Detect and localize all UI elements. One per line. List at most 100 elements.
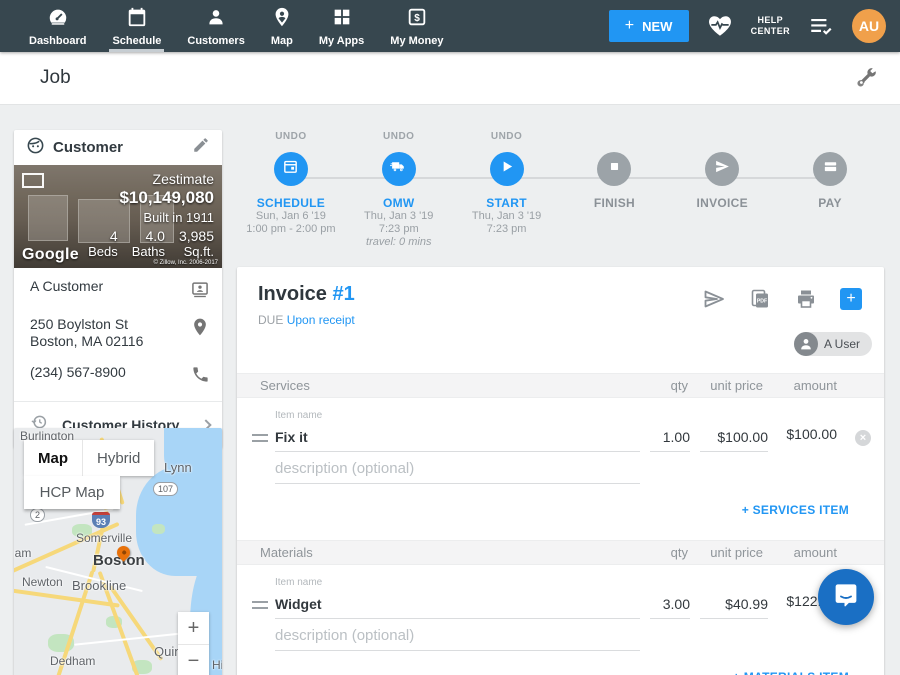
undo-button[interactable]: UNDO	[491, 131, 522, 143]
description-input[interactable]: description (optional)	[275, 627, 640, 651]
map-label-hingham: Hi	[212, 658, 222, 672]
nav-item-dashboard[interactable]: Dashboard	[16, 0, 99, 52]
drag-handle[interactable]	[252, 601, 268, 613]
send-plane-icon	[714, 158, 731, 180]
timeline-step-omw: UNDO OMW Thu, Jan 3 '19 7:23 pm travel: …	[345, 118, 453, 265]
add-materials-item-link[interactable]: + MATERIALS ITEM	[733, 670, 849, 675]
sqft-label: Sq.ft.	[179, 244, 214, 259]
app-window: Dashboard Schedule Customers Map My Apps…	[0, 0, 900, 675]
services-section: Services qty unit price amount Item name…	[237, 373, 884, 534]
task-list-icon[interactable]	[808, 13, 834, 39]
remove-item-button[interactable]: ×	[855, 430, 871, 446]
send-invoice-icon[interactable]	[702, 287, 726, 311]
qty-input[interactable]: 3.00	[650, 596, 690, 619]
help-center-button[interactable]: HELP CENTER	[751, 15, 790, 37]
amount-column-header: amount	[763, 545, 837, 560]
schedule-step-button[interactable]	[274, 152, 308, 186]
nav-item-schedule[interactable]: Schedule	[99, 0, 174, 52]
svg-text:PDF: PDF	[757, 299, 767, 305]
nav-item-label: My Money	[390, 35, 443, 47]
step-time: 7:23 pm	[379, 223, 419, 236]
services-header-row: Services qty unit price amount	[237, 373, 884, 398]
apps-grid-icon	[331, 6, 353, 35]
nav-item-customers[interactable]: Customers	[174, 0, 257, 52]
nav-items: Dashboard Schedule Customers Map My Apps…	[0, 0, 456, 52]
zoom-out-button[interactable]: −	[178, 645, 209, 675]
nav-right-group: + NEW HELP CENTER AU	[609, 0, 900, 52]
contact-card-icon[interactable]	[190, 278, 210, 304]
dollar-icon: $	[406, 6, 428, 35]
customer-address-row: 250 Boylston St Boston, MA 02116	[14, 310, 222, 356]
assigned-user-chip[interactable]: A User	[794, 332, 872, 356]
map-zoom-control: + −	[178, 612, 209, 675]
map-label-newton: Newton	[22, 575, 63, 589]
due-terms-link[interactable]: Upon receipt	[287, 313, 355, 327]
nav-item-map[interactable]: Map	[258, 0, 306, 52]
chat-launcher-button[interactable]	[818, 569, 874, 625]
user-avatar[interactable]: AU	[852, 9, 886, 43]
print-icon[interactable]	[794, 287, 818, 311]
nav-item-my-apps[interactable]: My Apps	[306, 0, 377, 52]
map-type-hybrid-button[interactable]: Hybrid	[83, 440, 154, 476]
user-avatar-icon	[794, 332, 818, 356]
invoice-title-text: Invoice	[258, 283, 327, 305]
customer-face-icon	[26, 136, 45, 160]
step-date: Thu, Jan 3 '19	[472, 210, 541, 223]
nav-item-label: Customers	[187, 35, 244, 47]
qty-input[interactable]: 1.00	[650, 429, 690, 452]
omw-step-button[interactable]	[382, 152, 416, 186]
customer-card-header: Customer	[14, 130, 222, 165]
property-photo[interactable]: Zestimate $10,149,080 Built in 1911 4Bed…	[14, 165, 222, 268]
start-step-button[interactable]	[490, 152, 524, 186]
invoice-step-button[interactable]	[705, 152, 739, 186]
undo-button[interactable]: UNDO	[383, 131, 414, 143]
materials-header-row: Materials qty unit price amount	[237, 540, 884, 565]
pay-step-button[interactable]	[813, 152, 847, 186]
beds-value: 4	[88, 228, 118, 244]
gauge-icon	[47, 6, 69, 35]
step-date: Thu, Jan 3 '19	[364, 210, 433, 223]
location-pin-icon[interactable]	[190, 316, 210, 342]
zoom-in-button[interactable]: +	[178, 612, 209, 645]
nav-item-my-money[interactable]: $ My Money	[377, 0, 456, 52]
hcp-map-button[interactable]: HCP Map	[24, 476, 120, 509]
section-name: Services	[260, 378, 628, 393]
materials-add-row: + MATERIALS ITEM	[237, 665, 884, 675]
finish-step-button[interactable]	[597, 152, 631, 186]
nav-item-label: My Apps	[319, 35, 364, 47]
property-facts: 4Beds 4.0Baths 3,985Sq.ft.	[88, 228, 214, 259]
pdf-icon[interactable]: PDF	[748, 287, 772, 311]
drag-handle[interactable]	[252, 434, 268, 446]
truck-icon	[390, 158, 407, 180]
map-label-somerville: Somerville	[76, 531, 132, 545]
edit-pencil-icon[interactable]	[192, 136, 210, 159]
section-name: Materials	[260, 545, 628, 560]
chat-bubble-icon	[831, 580, 861, 615]
new-button[interactable]: + NEW	[609, 10, 689, 42]
item-name-input[interactable]: Widget	[275, 596, 640, 619]
amount-column-header: amount	[763, 378, 837, 393]
timeline-step-finish: FINISH	[560, 118, 668, 265]
step-label: OMW	[383, 196, 415, 210]
sqft-value: 3,985	[179, 228, 214, 244]
new-button-label: NEW	[642, 19, 672, 34]
qty-column-header: qty	[628, 545, 688, 560]
item-name-input[interactable]: Fix it	[275, 429, 640, 452]
add-invoice-button[interactable]: +	[840, 288, 862, 310]
heart-pulse-icon[interactable]	[707, 13, 733, 39]
timeline-step-schedule: UNDO SCHEDULE Sun, Jan 6 '19 1:00 pm - 2…	[237, 118, 345, 265]
undo-button[interactable]: UNDO	[275, 131, 306, 143]
main-column: UNDO SCHEDULE Sun, Jan 6 '19 1:00 pm - 2…	[237, 118, 884, 265]
built-year: Built in 1911	[88, 210, 214, 225]
map-type-map-button[interactable]: Map	[24, 440, 83, 476]
invoice-number[interactable]: #1	[332, 283, 354, 305]
street-view-icon[interactable]	[22, 173, 44, 188]
map-widget[interactable]: Burlington Lynn 107 2 93 Somerville ham …	[14, 428, 222, 675]
phone-icon[interactable]	[191, 364, 210, 389]
baths-value: 4.0	[132, 228, 165, 244]
description-input[interactable]: description (optional)	[275, 460, 640, 484]
add-services-item-link[interactable]: + SERVICES ITEM	[742, 503, 849, 517]
job-tools-icon[interactable]	[854, 66, 878, 90]
invoice-actions: PDF +	[702, 287, 862, 311]
map-label-lynn: Lynn	[164, 460, 192, 475]
